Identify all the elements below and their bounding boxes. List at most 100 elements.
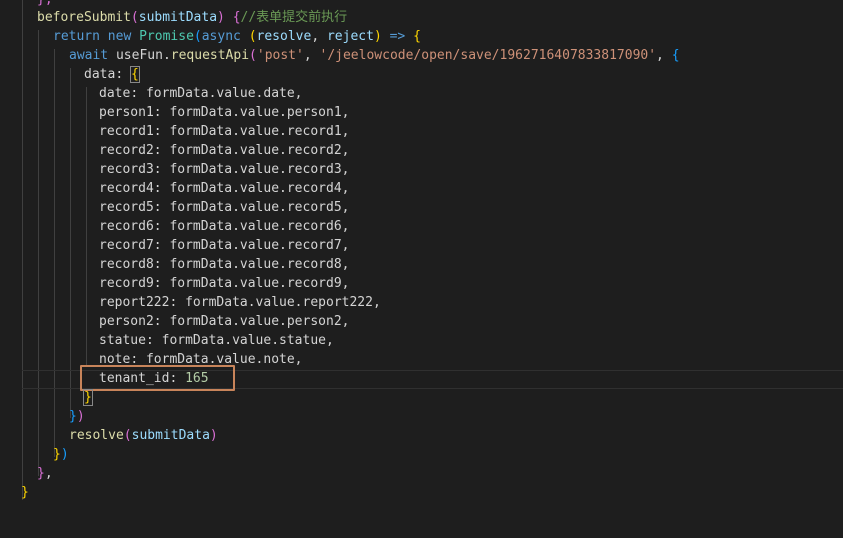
code-line[interactable]: record1: formData.value.record1, (99, 122, 349, 141)
comma: , (311, 29, 327, 44)
code-line[interactable]: record4: formData.value.record4, (99, 179, 349, 198)
bracket: } (83, 389, 93, 406)
colon: : (153, 200, 170, 215)
colon: : (130, 352, 146, 367)
code-line[interactable]: record9: formData.value.record9, (99, 274, 349, 293)
comma: , (303, 48, 320, 63)
property-value: formData.value.date, (145, 86, 303, 101)
property-key: person1 (99, 105, 154, 120)
bracket: { (413, 29, 421, 44)
property-key: record5 (99, 200, 154, 215)
keyword: await (69, 48, 109, 63)
dot: . (162, 48, 171, 63)
code-token: }, (37, 0, 53, 7)
property-key: statue (99, 333, 146, 348)
bracket: } (21, 485, 29, 500)
keyword: new (107, 29, 132, 44)
property-value: formData.value.statue, (161, 333, 334, 348)
property-value: formData.value.record6, (169, 219, 350, 234)
function-name: requestApi (170, 48, 250, 63)
bracket: ( (193, 29, 202, 44)
code-line[interactable]: person2: formData.value.person2, (99, 312, 349, 331)
code-line[interactable]: resolve(submitData) (69, 426, 218, 445)
colon: : (115, 67, 131, 82)
property-value: formData.value.person2, (169, 314, 350, 329)
code-line[interactable]: data: { (84, 65, 140, 84)
colon: : (153, 124, 170, 139)
code-line[interactable]: }) (69, 407, 85, 426)
param-name: submitData (138, 10, 218, 25)
code-line[interactable]: return new Promise(async (resolve, rejec… (53, 27, 421, 46)
property-key: tenant_id (99, 371, 170, 386)
indent-guide (22, 0, 23, 500)
code-line[interactable]: record3: formData.value.record3, (99, 160, 349, 179)
bracket: ( (248, 29, 257, 44)
property-value: formData.value.record7, (169, 238, 350, 253)
colon: : (153, 143, 170, 158)
class-name: Promise (139, 29, 194, 44)
property-value: formData.value.record2, (169, 143, 350, 158)
property-key: report222 (99, 295, 170, 310)
property-key: record3 (99, 162, 154, 177)
code-line[interactable]: record7: formData.value.record7, (99, 236, 349, 255)
colon: : (153, 162, 170, 177)
keyword: return (53, 29, 100, 44)
bracket: ( (123, 428, 132, 443)
property-value: formData.value.note, (145, 352, 303, 367)
bracket: } (53, 447, 61, 462)
colon: : (153, 219, 170, 234)
bracket: } (37, 466, 45, 481)
bracket: ) (76, 409, 85, 424)
bracket: { (671, 48, 680, 63)
code-line[interactable]: record2: formData.value.record2, (99, 141, 349, 160)
property-key: record1 (99, 124, 154, 139)
indent-guide (86, 87, 87, 365)
number-literal: 165 (185, 371, 209, 386)
colon: : (145, 333, 162, 348)
property-key: record6 (99, 219, 154, 234)
code-line[interactable]: } (83, 388, 93, 407)
code-line[interactable]: }) (53, 445, 69, 464)
property-key: record7 (99, 238, 154, 253)
param-name: resolve (256, 29, 312, 44)
bracket: { (129, 66, 140, 83)
code-line[interactable]: record6: formData.value.record6, (99, 217, 349, 236)
colon: : (130, 86, 146, 101)
code-editor[interactable]: }, beforeSubmit(submitData) {//表单提交前执行 r… (0, 0, 843, 538)
identifier: useFun (115, 48, 163, 63)
arrow-operator: => (389, 29, 406, 44)
code-line[interactable]: report222: formData.value.report222, (99, 293, 381, 312)
code-comment: //表单提交前执行 (240, 10, 348, 25)
code-line[interactable]: await useFun.requestApi('post', '/jeelow… (69, 46, 680, 65)
bracket: ) (209, 428, 218, 443)
code-line[interactable]: person1: formData.value.person1, (99, 103, 349, 122)
colon: : (153, 276, 170, 291)
code-line[interactable]: date: formData.value.date, (99, 84, 303, 103)
code-line[interactable]: } (21, 483, 29, 502)
code-line[interactable]: beforeSubmit(submitData) {//表单提交前执行 (37, 8, 347, 27)
colon: : (153, 314, 170, 329)
colon: : (153, 238, 170, 253)
keyword: async (201, 29, 241, 44)
code-line[interactable]: record5: formData.value.record5, (99, 198, 349, 217)
code-line[interactable]: note: formData.value.note, (99, 350, 303, 369)
param-name: reject (326, 29, 374, 44)
property-key: data (84, 67, 116, 82)
code-line[interactable]: record8: formData.value.record8, (99, 255, 349, 274)
code-line[interactable]: }, (37, 464, 53, 483)
property-key: record2 (99, 143, 154, 158)
function-name: resolve (69, 428, 124, 443)
indent-guide (70, 68, 71, 418)
param-name: submitData (131, 428, 210, 443)
code-line[interactable]: tenant_id: 165 (99, 369, 209, 388)
code-line[interactable]: statue: formData.value.statue, (99, 331, 334, 350)
indent-guide (54, 49, 55, 457)
property-key: record9 (99, 276, 154, 291)
property-key: person2 (99, 314, 154, 329)
